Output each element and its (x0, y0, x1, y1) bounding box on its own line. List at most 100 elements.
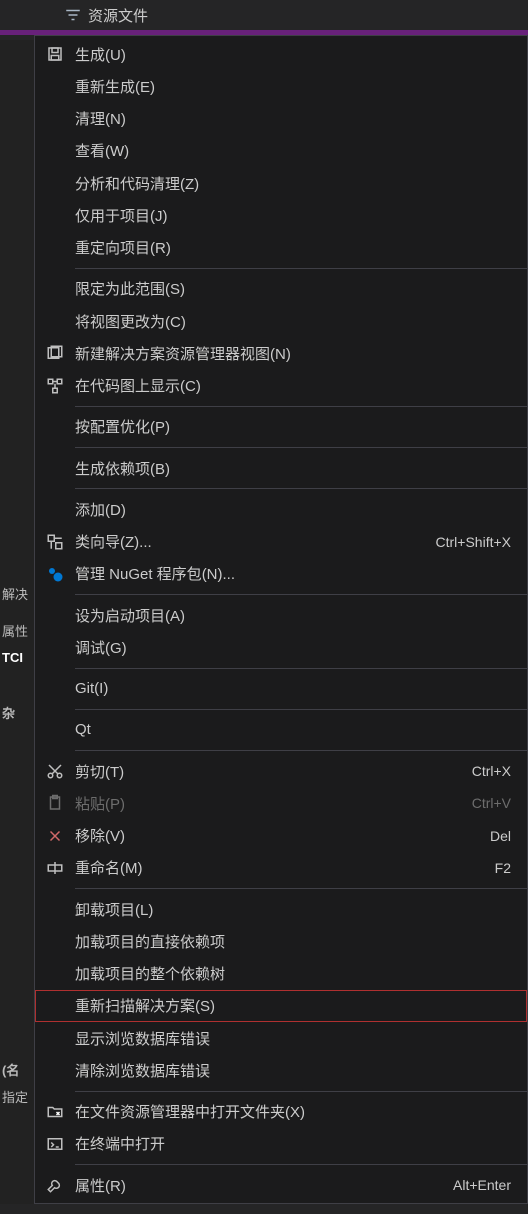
menu-item-label: 设为启动项目(A) (75, 605, 185, 626)
menu-item-label: 仅用于项目(J) (75, 205, 168, 226)
menu-item-label: 将视图更改为(C) (75, 311, 186, 332)
menu-item[interactable]: 限定为此范围(S) (35, 273, 527, 305)
menu-item[interactable]: 重新生成(E) (35, 70, 527, 102)
left-label: 解决 (0, 580, 34, 607)
save-icon (35, 45, 75, 63)
menu-item-label: 在代码图上显示(C) (75, 375, 201, 396)
menu-item[interactable]: 移除(V) Del (35, 819, 527, 851)
menu-item[interactable]: 卸载项目(L) (35, 893, 527, 925)
menu-item[interactable]: 生成依赖项(B) (35, 452, 527, 484)
left-label: 杂 (0, 699, 34, 726)
menu-separator (75, 594, 527, 595)
menu-item[interactable]: 管理 NuGet 程序包(N)... (35, 558, 527, 590)
menu-item-label: 重命名(M) (75, 857, 143, 878)
folder-filter-icon (64, 6, 82, 24)
menu-item[interactable]: 分析和代码清理(Z) (35, 167, 527, 199)
left-label: 指定 (0, 1083, 34, 1110)
statusbar-area (0, 1204, 528, 1214)
codemap-icon (35, 377, 75, 395)
menu-item[interactable]: 显示浏览数据库错误 (35, 1022, 527, 1054)
paste-icon (35, 794, 75, 812)
new-view-icon (35, 344, 75, 362)
menu-item[interactable]: 在终端中打开 (35, 1128, 527, 1160)
menu-item[interactable]: 加载项目的整个依赖树 (35, 957, 527, 989)
tree-item-label: 资源文件 (88, 5, 148, 26)
cut-icon (35, 762, 75, 780)
nuget-icon (35, 565, 75, 583)
menu-item[interactable]: 重新扫描解决方案(S) (35, 990, 527, 1022)
menu-item-shortcut: Del (490, 828, 511, 844)
menu-item[interactable]: 重命名(M) F2 (35, 852, 527, 884)
menu-item-label: Git(I) (75, 680, 108, 697)
menu-item[interactable]: 清理(N) (35, 103, 527, 135)
menu-item-label: 加载项目的整个依赖树 (75, 963, 225, 984)
menu-item-shortcut: Alt+Enter (453, 1177, 511, 1193)
menu-item-label: 管理 NuGet 程序包(N)... (75, 563, 235, 584)
menu-item-label: 在终端中打开 (75, 1133, 165, 1154)
menu-item-label: 按配置优化(P) (75, 416, 170, 437)
menu-separator (75, 888, 527, 889)
menu-separator (75, 1164, 527, 1165)
menu-item[interactable]: 重定向项目(R) (35, 232, 527, 264)
menu-item[interactable]: 生成(U) (35, 38, 527, 70)
menu-item-label: 查看(W) (75, 140, 129, 161)
menu-item[interactable]: 添加(D) (35, 493, 527, 525)
delete-icon (35, 827, 75, 845)
menu-item-label: 重新生成(E) (75, 76, 155, 97)
menu-item-label: 显示浏览数据库错误 (75, 1028, 210, 1049)
menu-item-label: 重新扫描解决方案(S) (75, 995, 215, 1016)
menu-item[interactable]: 剪切(T) Ctrl+X (35, 755, 527, 787)
menu-separator (75, 668, 527, 669)
menu-item[interactable]: 调试(G) (35, 631, 527, 663)
menu-item[interactable]: 加载项目的直接依赖项 (35, 925, 527, 957)
menu-item-label: Qt (75, 721, 91, 738)
menu-item-label: 限定为此范围(S) (75, 278, 185, 299)
menu-item[interactable]: Git(I) (35, 673, 527, 705)
menu-separator (75, 750, 527, 751)
menu-separator (75, 406, 527, 407)
menu-separator (75, 447, 527, 448)
menu-item-label: 添加(D) (75, 499, 126, 520)
menu-item-shortcut: Ctrl+X (472, 763, 511, 779)
terminal-icon (35, 1135, 75, 1153)
menu-item-label: 移除(V) (75, 825, 125, 846)
menu-item: 粘贴(P) Ctrl+V (35, 787, 527, 819)
solution-tree-row[interactable]: 资源文件 (0, 0, 528, 30)
menu-item-label: 类向导(Z)... (75, 531, 152, 552)
wrench-icon (35, 1176, 75, 1194)
menu-item-label: 清除浏览数据库错误 (75, 1060, 210, 1081)
context-menu: 生成(U) 重新生成(E) 清理(N) 查看(W) 分析和代码清理(Z) 仅用于项目(J)… (34, 35, 528, 1204)
left-label: (名 (0, 1056, 34, 1083)
menu-item[interactable]: 新建解决方案资源管理器视图(N) (35, 337, 527, 369)
menu-item-label: 卸载项目(L) (75, 899, 153, 920)
menu-item[interactable]: 在代码图上显示(C) (35, 370, 527, 402)
menu-item[interactable]: 仅用于项目(J) (35, 199, 527, 231)
menu-separator (75, 709, 527, 710)
menu-item-label: 剪切(T) (75, 761, 124, 782)
menu-item-label: 生成(U) (75, 44, 126, 65)
menu-item[interactable]: 按配置优化(P) (35, 411, 527, 443)
menu-item-shortcut: Ctrl+Shift+X (436, 534, 511, 550)
menu-item-label: 新建解决方案资源管理器视图(N) (75, 343, 291, 364)
menu-item-label: 加载项目的直接依赖项 (75, 931, 225, 952)
menu-separator (75, 268, 527, 269)
left-label: TCI (0, 646, 34, 669)
menu-item-shortcut: F2 (495, 860, 511, 876)
menu-item[interactable]: 将视图更改为(C) (35, 305, 527, 337)
menu-item[interactable]: 在文件资源管理器中打开文件夹(X) (35, 1096, 527, 1128)
menu-item-label: 分析和代码清理(Z) (75, 173, 199, 194)
menu-item-label: 调试(G) (75, 637, 127, 658)
menu-item[interactable]: 类向导(Z)... Ctrl+Shift+X (35, 526, 527, 558)
menu-item-shortcut: Ctrl+V (472, 795, 511, 811)
menu-item[interactable]: 设为启动项目(A) (35, 599, 527, 631)
open-folder-icon (35, 1103, 75, 1121)
menu-item-label: 粘贴(P) (75, 793, 125, 814)
menu-item[interactable]: 清除浏览数据库错误 (35, 1054, 527, 1086)
menu-item-label: 属性(R) (75, 1175, 126, 1196)
menu-item[interactable]: 查看(W) (35, 135, 527, 167)
menu-item-label: 在文件资源管理器中打开文件夹(X) (75, 1101, 305, 1122)
menu-item[interactable]: Qt (35, 714, 527, 746)
menu-item[interactable]: 属性(R) Alt+Enter (35, 1169, 527, 1201)
left-side-panel: 解决 属性 TCI 杂 (名 指定 (0, 40, 34, 1204)
menu-separator (75, 488, 527, 489)
